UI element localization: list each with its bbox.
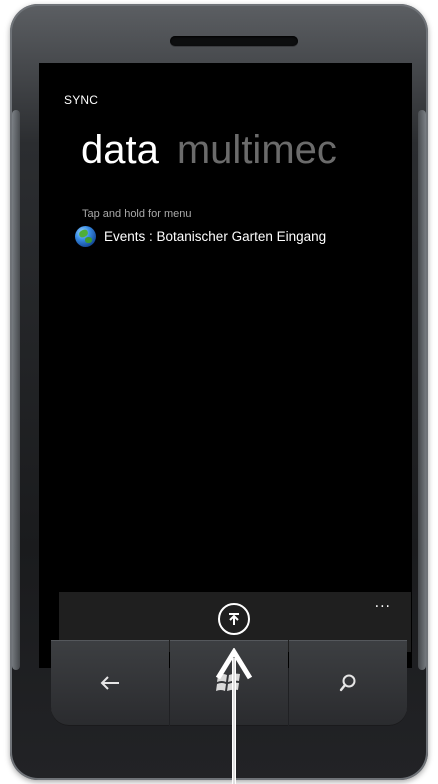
upload-button[interactable] bbox=[218, 603, 250, 635]
app-title: SYNC bbox=[64, 93, 99, 107]
start-button[interactable] bbox=[170, 640, 288, 726]
search-button[interactable] bbox=[289, 640, 407, 726]
phone-speaker bbox=[170, 36, 298, 46]
pivot-item-data[interactable]: data bbox=[81, 128, 159, 172]
pivot-item-multimedia[interactable]: multimec bbox=[177, 128, 337, 172]
globe-icon bbox=[75, 225, 96, 247]
back-arrow-icon bbox=[100, 676, 119, 690]
phone-edge-left bbox=[12, 110, 20, 670]
back-button[interactable] bbox=[51, 640, 169, 726]
phone-screen: SYNC data multimec Tap and hold for menu … bbox=[39, 63, 412, 668]
windows-logo-icon bbox=[216, 673, 240, 691]
list-item[interactable]: Events : Botanischer Garten Eingang bbox=[75, 223, 326, 249]
search-icon bbox=[339, 674, 356, 692]
list-item-label: Events : Botanischer Garten Eingang bbox=[104, 228, 327, 244]
upload-icon bbox=[229, 613, 239, 625]
phone-edge-right bbox=[418, 110, 426, 670]
appbar-more-button[interactable]: ... bbox=[375, 596, 391, 610]
pivot-header[interactable]: data multimec bbox=[81, 127, 337, 173]
list-hint: Tap and hold for menu bbox=[82, 208, 192, 220]
